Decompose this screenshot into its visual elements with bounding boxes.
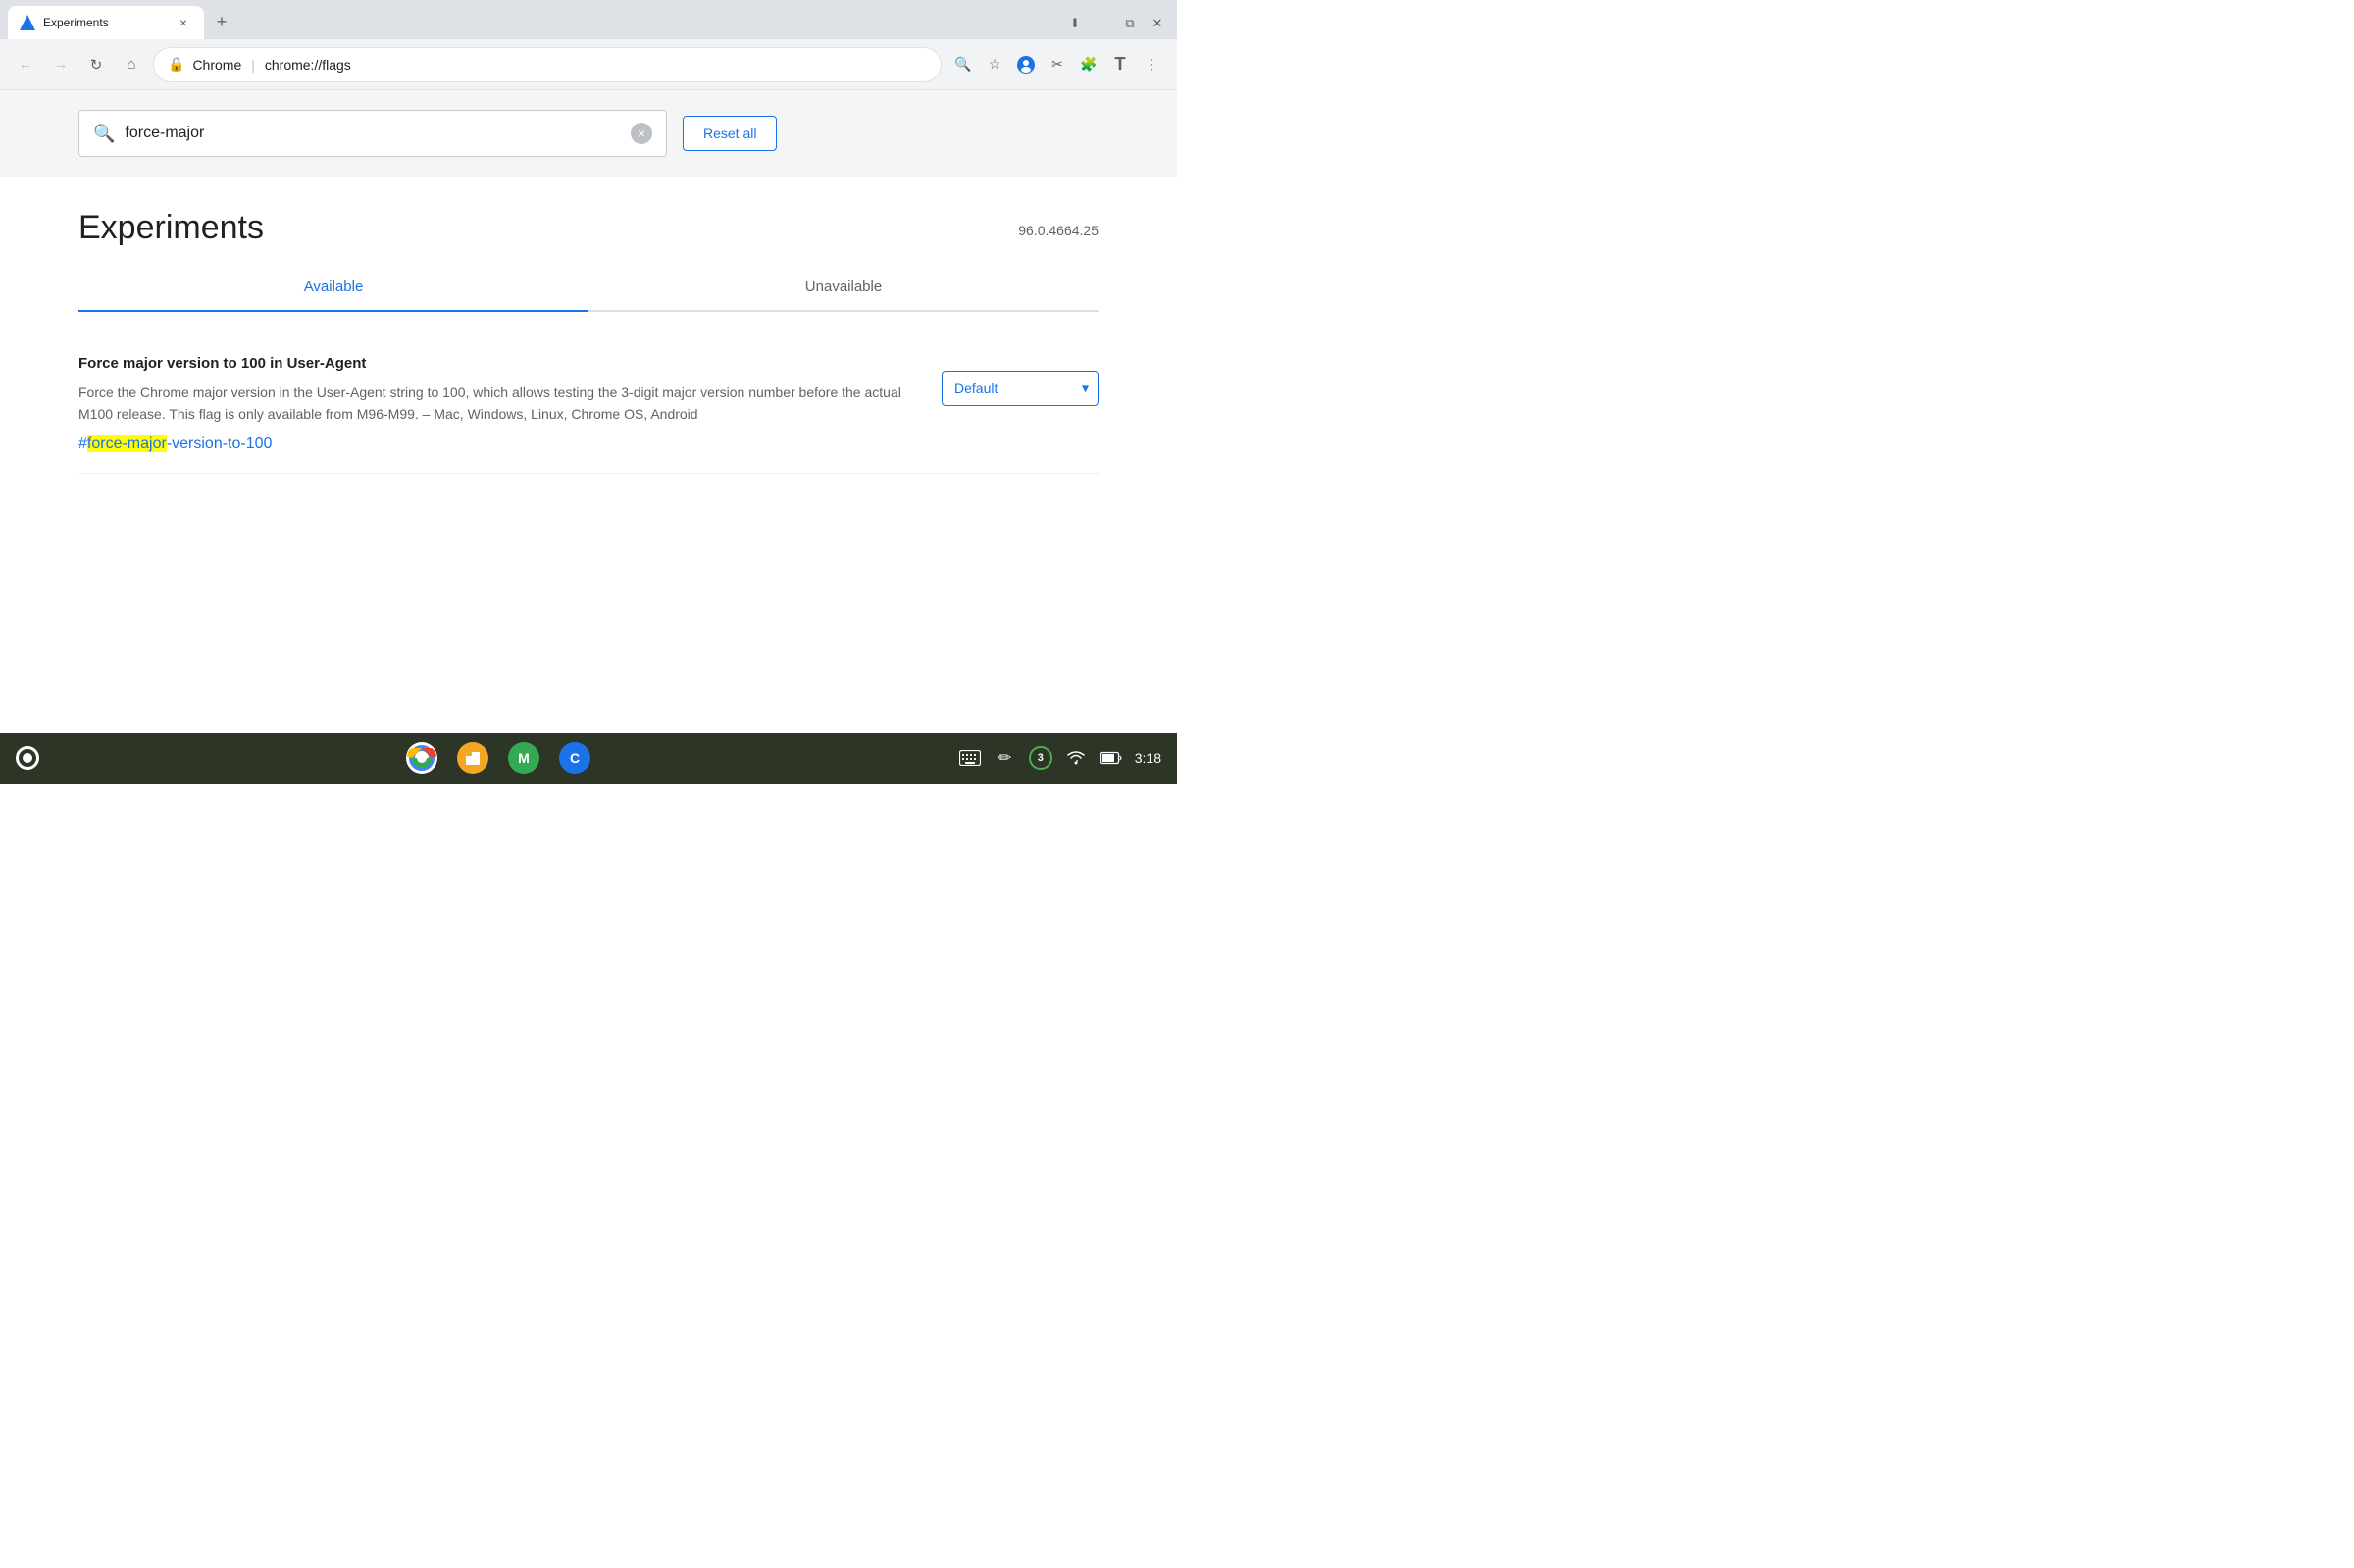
extensions-icon[interactable]: 🧩: [1075, 51, 1102, 78]
search-input[interactable]: [125, 125, 621, 142]
main-area: Experiments 96.0.4664.25 Available Unava…: [0, 177, 1177, 733]
tab-available[interactable]: Available: [78, 263, 588, 310]
keyboard-icon[interactable]: [958, 746, 982, 770]
home-button[interactable]: ⌂: [118, 51, 145, 78]
search-box: 🔍 ×: [78, 110, 667, 157]
page-title: Experiments: [78, 209, 264, 247]
maximize-button[interactable]: ⧉: [1118, 12, 1142, 35]
flag-item: Force major version to 100 in User-Agent…: [78, 335, 1099, 474]
tab-favicon: [20, 15, 35, 30]
tabs-container: Available Unavailable: [78, 263, 1099, 312]
flag-default-select[interactable]: Default Enabled Disabled: [942, 371, 1099, 406]
version-text: 96.0.4664.25: [1018, 209, 1099, 238]
bookmark-icon[interactable]: ☆: [981, 51, 1008, 78]
taskbar-left: [16, 746, 39, 770]
profile-icon[interactable]: [1012, 51, 1040, 78]
taskbar-right: ✏ 3 3:18: [958, 746, 1161, 770]
reload-button[interactable]: ↻: [82, 51, 110, 78]
taskbar-chrome-icon[interactable]: [406, 742, 437, 774]
page-content: 🔍 × Reset all Experiments 96.0.4664.25 A…: [0, 90, 1177, 733]
tab-unavailable[interactable]: Unavailable: [588, 263, 1099, 310]
recording-icon: [16, 746, 39, 770]
omnibox-lock-icon: 🔒: [168, 56, 184, 73]
close-button[interactable]: ✕: [1146, 12, 1169, 35]
flag-link[interactable]: #force-major-version-to-100: [78, 435, 910, 453]
taskbar-files-icon[interactable]: [457, 742, 488, 774]
search-clear-button[interactable]: ×: [631, 123, 652, 144]
flag-description: Force the Chrome major version in the Us…: [78, 381, 910, 426]
svg-text:C: C: [570, 750, 580, 766]
omnibox-separator: |: [251, 57, 255, 73]
back-button[interactable]: ←: [12, 51, 39, 78]
search-toolbar-icon[interactable]: 🔍: [949, 51, 977, 78]
status-badge: 3: [1029, 746, 1052, 770]
flag-title: Force major version to 100 in User-Agent: [78, 355, 910, 372]
omnibox[interactable]: 🔒 Chrome | chrome://flags: [153, 47, 942, 82]
download-button[interactable]: ⬇: [1063, 12, 1087, 35]
tab-close-button[interactable]: ×: [175, 14, 192, 31]
omnibox-brand: Chrome: [192, 57, 241, 73]
omnibox-url: chrome://flags: [265, 57, 351, 73]
flag-select-wrapper: Default Enabled Disabled: [942, 371, 1099, 406]
experiments-header: Experiments 96.0.4664.25: [78, 177, 1099, 263]
tab-title: Experiments: [43, 16, 167, 29]
taskbar: M C: [0, 733, 1177, 784]
minimize-button[interactable]: —: [1091, 12, 1114, 35]
time-display: 3:18: [1135, 750, 1161, 766]
svg-text:M: M: [519, 750, 531, 766]
wifi-icon[interactable]: [1064, 746, 1088, 770]
menu-icon[interactable]: ⋮: [1138, 51, 1165, 78]
taskbar-meet-icon[interactable]: M: [508, 742, 539, 774]
scissors-icon[interactable]: ✂: [1044, 51, 1071, 78]
translate-icon[interactable]: T: [1106, 51, 1134, 78]
search-icon: 🔍: [93, 124, 115, 144]
flag-content: Force major version to 100 in User-Agent…: [78, 355, 910, 453]
battery-icon[interactable]: [1100, 746, 1123, 770]
address-bar: ← → ↻ ⌂ 🔒 Chrome | chrome://flags 🔍 ☆ ✂ …: [0, 39, 1177, 90]
taskbar-center: M C: [39, 742, 958, 774]
browser-frame: Experiments × + ⬇ — ⧉ ✕ ← → ↻ ⌂ 🔒 Chrome…: [0, 0, 1177, 784]
forward-button[interactable]: →: [47, 51, 75, 78]
pen-icon[interactable]: ✏: [994, 746, 1017, 770]
title-bar: Experiments × + ⬇ — ⧉ ✕: [0, 0, 1177, 39]
search-section: 🔍 × Reset all: [0, 90, 1177, 177]
flag-select-container: Default Enabled Disabled: [942, 371, 1099, 406]
taskbar-chat-icon[interactable]: C: [559, 742, 590, 774]
active-tab[interactable]: Experiments ×: [8, 6, 204, 39]
window-controls: ⬇ — ⧉ ✕: [1063, 12, 1169, 35]
toolbar-icons: 🔍 ☆ ✂ 🧩 T ⋮: [949, 51, 1165, 78]
reset-all-button[interactable]: Reset all: [683, 116, 777, 151]
new-tab-button[interactable]: +: [208, 8, 235, 35]
